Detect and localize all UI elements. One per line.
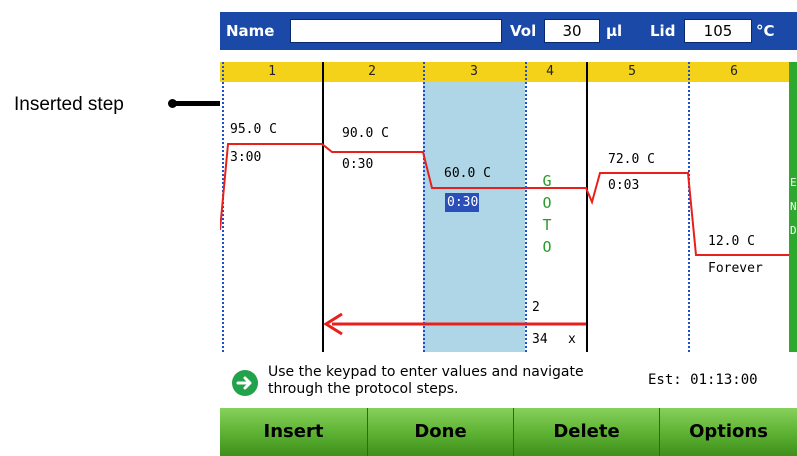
end-letter: D (790, 224, 797, 237)
thermal-cycler-screen: Name Vol 30 µl Lid 105 °C 1 2 3 4 5 6 95… (220, 12, 797, 456)
temperature-curve (220, 143, 789, 256)
help-text: Use the keypad to enter values and navig… (268, 364, 584, 397)
insert-button[interactable]: Insert (220, 408, 368, 456)
goto-times-symbol: x (568, 332, 576, 347)
step-1-temperature[interactable]: 95.0 C (230, 122, 277, 137)
goto-letter: O (542, 194, 552, 212)
callout-label: Inserted step (14, 94, 124, 115)
goto-cycle-count[interactable]: 34 (532, 332, 548, 347)
arrow-right-circle-icon (232, 370, 258, 396)
delete-button[interactable]: Delete (514, 408, 660, 456)
step-1-time[interactable]: 3:00 (230, 150, 261, 165)
goto-letter: O (542, 238, 552, 256)
step-3-temperature[interactable]: 60.0 C (444, 166, 491, 181)
step-3-time-edit-field[interactable]: 0:30 (445, 193, 479, 212)
end-letter: N (790, 200, 797, 213)
goto-letter: T (542, 216, 552, 234)
goto-letter: G (542, 172, 552, 190)
step-2-temperature[interactable]: 90.0 C (342, 126, 389, 141)
done-button[interactable]: Done (368, 408, 514, 456)
step-6-time[interactable]: Forever (708, 261, 763, 276)
step-2-time[interactable]: 0:30 (342, 157, 373, 172)
goto-target-step[interactable]: 2 (532, 300, 540, 315)
softkey-bar: Insert Done Delete Options (220, 408, 797, 456)
options-button[interactable]: Options (660, 408, 797, 456)
step-5-time[interactable]: 0:03 (608, 178, 639, 193)
estimated-run-time: Est: 01:13:00 (648, 372, 758, 388)
end-letter: E (790, 176, 797, 189)
step-5-temperature[interactable]: 72.0 C (608, 152, 655, 167)
step-6-temperature[interactable]: 12.0 C (708, 234, 755, 249)
